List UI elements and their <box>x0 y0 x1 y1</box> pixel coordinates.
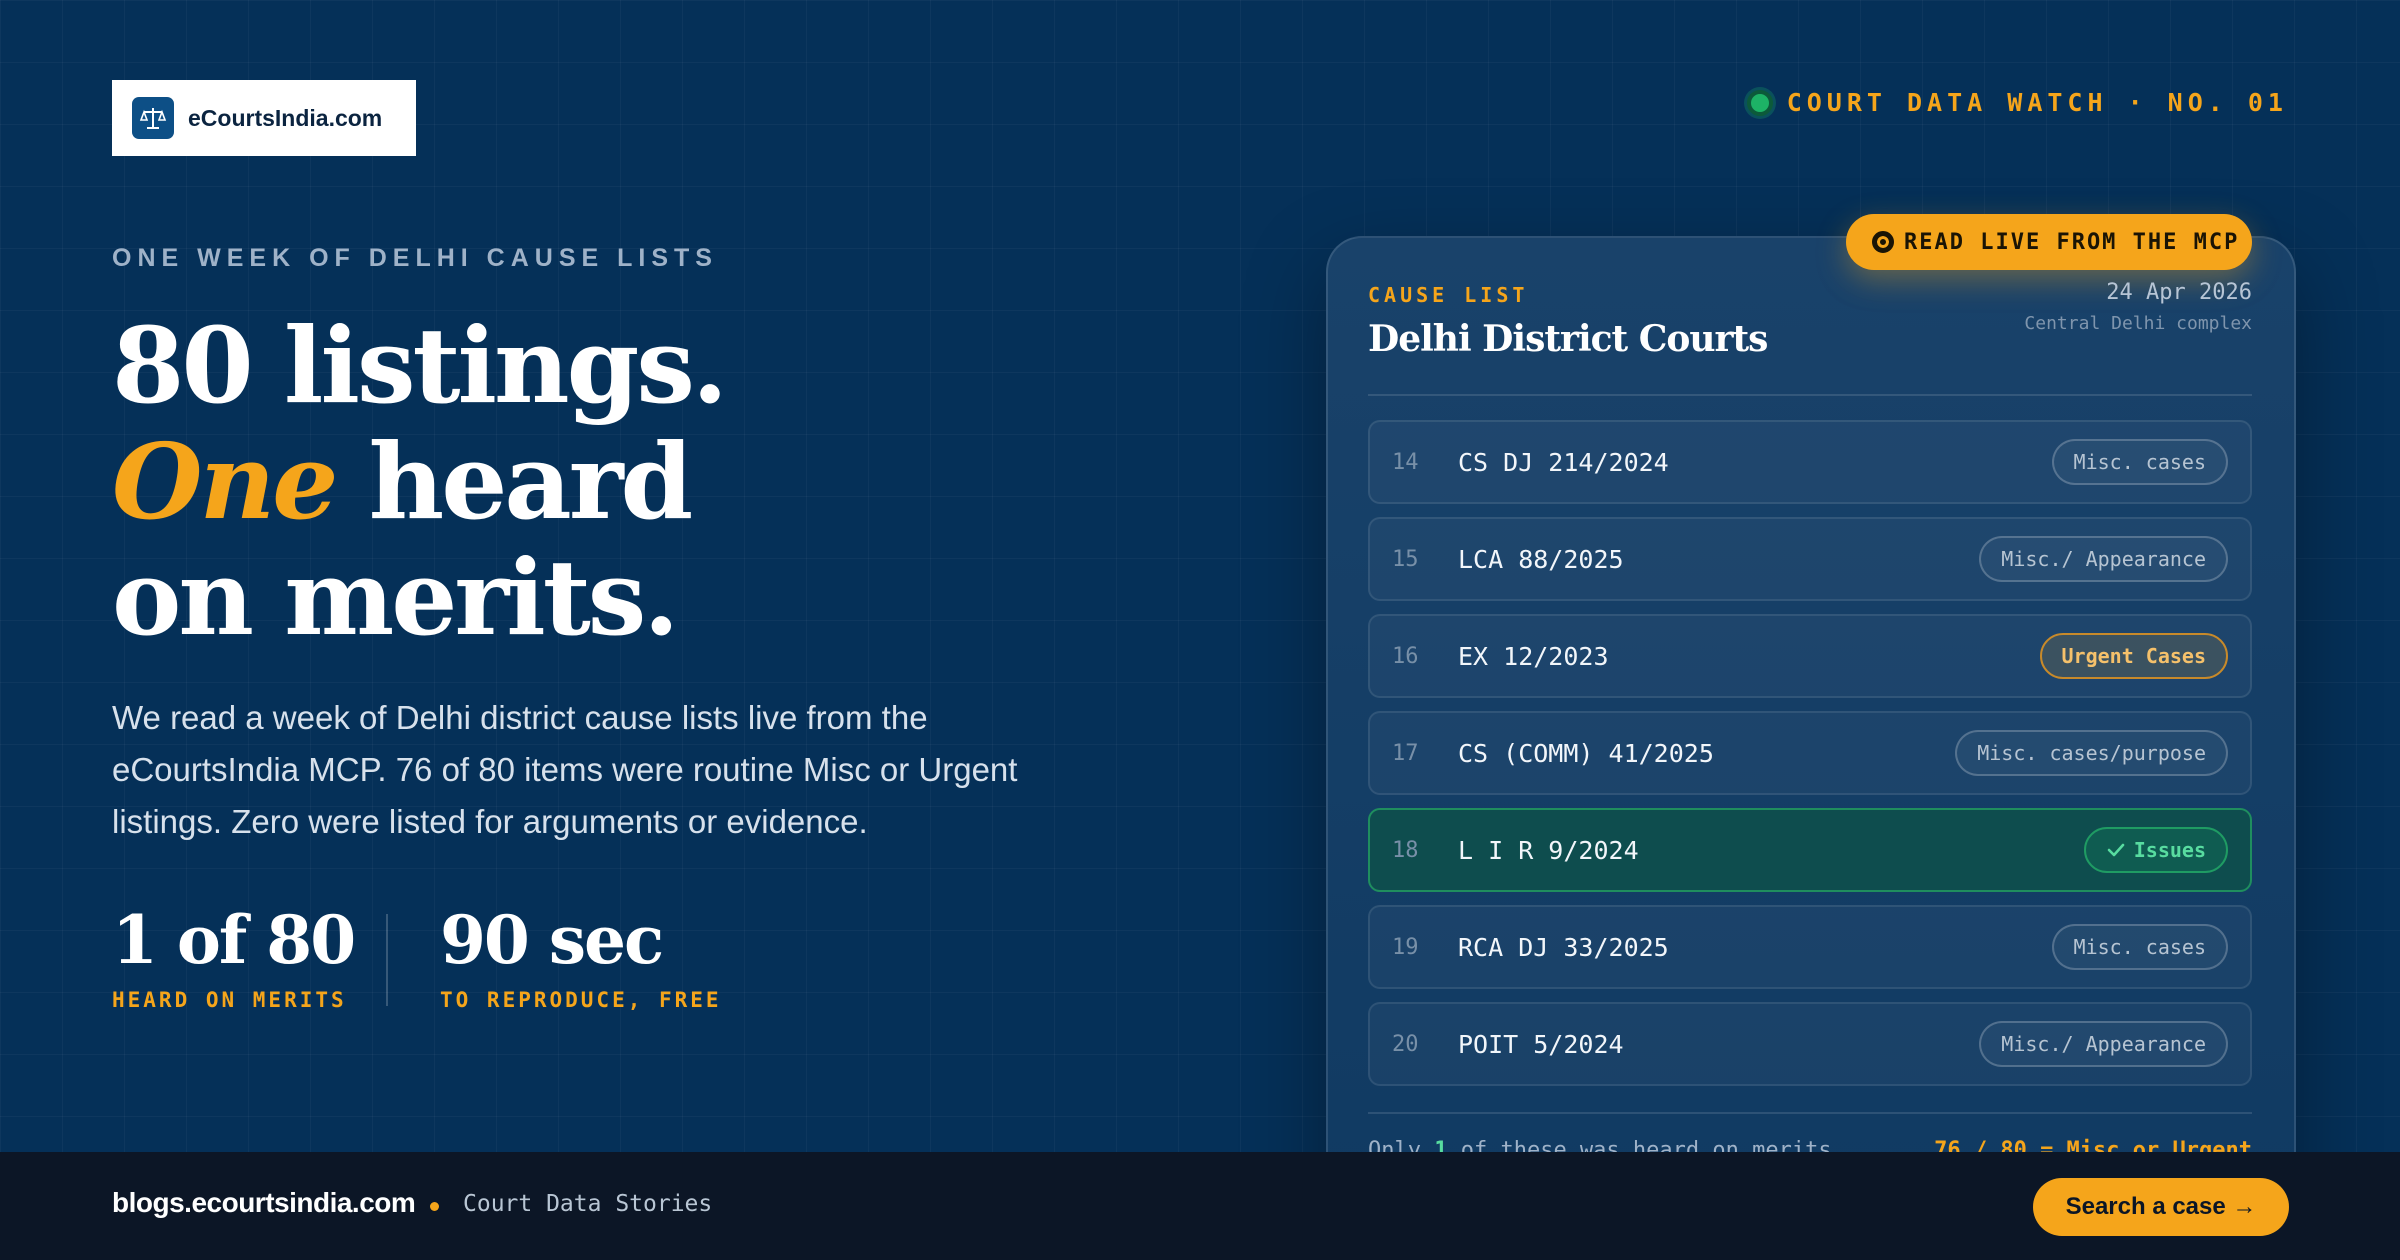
list-item[interactable]: 16 EX 12/2023 Urgent Cases <box>1368 614 2252 698</box>
series-kicker: COURT DATA WATCH · NO. 01 <box>1746 88 2288 117</box>
list-item[interactable]: 20 POIT 5/2024 Misc./ Appearance <box>1368 1002 2252 1086</box>
case-number: LCA 88/2025 <box>1458 544 1624 574</box>
cause-list-rows: 14 CS DJ 214/2024 Misc. cases 15 LCA 88/… <box>1368 420 2252 1099</box>
site-link[interactable]: blogs.ecourtsindia.com <box>112 1187 416 1219</box>
case-number: EX 12/2023 <box>1458 641 1609 671</box>
purpose-badge: Misc. cases <box>2051 924 2228 970</box>
read-live-label: READ LIVE FROM THE MCP <box>1904 229 2240 255</box>
headline-accent: One <box>112 420 338 543</box>
list-item-highlighted[interactable]: 18 L I R 9/2024 Issues <box>1368 808 2252 892</box>
separator-dot-icon <box>430 1202 439 1211</box>
case-number: L I R 9/2024 <box>1458 835 1639 865</box>
brand-name: eCourtsIndia.com <box>188 104 383 131</box>
list-item[interactable]: 15 LCA 88/2025 Misc./ Appearance <box>1368 517 2252 601</box>
scales-of-justice-icon <box>132 97 174 139</box>
stat-value: 1 of 80 <box>112 901 356 979</box>
urgent-badge: Urgent Cases <box>2039 633 2228 679</box>
stat-divider <box>386 914 388 1006</box>
purpose-badge: Misc. cases/purpose <box>1955 730 2228 776</box>
stat-label: TO REPRODUCE, FREE <box>440 988 722 1012</box>
purpose-badge: Misc./ Appearance <box>1979 536 2228 582</box>
issues-badge-label: Issues <box>2133 838 2206 862</box>
divider <box>1368 1112 2252 1114</box>
item-number: 20 <box>1392 1031 1419 1057</box>
headline-line-2: heard <box>335 420 694 543</box>
court-complex: Central Delhi complex <box>2024 313 2252 334</box>
case-number: POIT 5/2024 <box>1458 1029 1624 1059</box>
item-number: 17 <box>1392 740 1419 766</box>
list-item[interactable]: 14 CS DJ 214/2024 Misc. cases <box>1368 420 2252 504</box>
issues-badge: Issues <box>2083 827 2228 873</box>
search-case-button[interactable]: Search a case → <box>2033 1178 2289 1236</box>
eyebrow: ONE WEEK OF DELHI CAUSE LISTS <box>112 244 718 272</box>
record-dot-icon <box>1872 231 1894 253</box>
case-number: CS (COMM) 41/2025 <box>1458 738 1714 768</box>
item-number: 16 <box>1392 643 1419 669</box>
series-kicker-label: COURT DATA WATCH · NO. 01 <box>1786 88 2288 117</box>
divider <box>1368 394 2252 396</box>
purpose-badge: Misc. cases <box>2051 439 2228 485</box>
lede-paragraph: We read a week of Delhi district cause l… <box>112 699 1018 840</box>
case-number: CS DJ 214/2024 <box>1458 447 1669 477</box>
item-number: 19 <box>1392 934 1419 960</box>
case-number: RCA DJ 33/2025 <box>1458 932 1669 962</box>
stat-heard-on-merits: 1 of 80 HEARD ON MERITS <box>112 898 356 1012</box>
headline: 80 listings. One heard on merits. <box>112 308 728 659</box>
list-item[interactable]: 19 RCA DJ 33/2025 Misc. cases <box>1368 905 2252 989</box>
item-number: 15 <box>1392 546 1419 572</box>
item-number: 18 <box>1392 837 1419 863</box>
brand-logo[interactable]: eCourtsIndia.com <box>112 80 416 156</box>
headline-line-3: on merits. <box>112 536 679 659</box>
site-tagline: Court Data Stories <box>463 1191 713 1217</box>
purpose-badge: Misc./ Appearance <box>1979 1021 2228 1067</box>
headline-line-1: 80 listings. <box>112 304 728 427</box>
check-icon <box>2107 843 2125 857</box>
item-number: 14 <box>1392 449 1419 475</box>
card-kicker: CAUSE LIST <box>1368 283 1529 307</box>
list-item[interactable]: 17 CS (COMM) 41/2025 Misc. cases/purpose <box>1368 711 2252 795</box>
status-dot-icon <box>1746 89 1773 116</box>
read-live-pill: READ LIVE FROM THE MCP <box>1846 214 2252 270</box>
stat-reproduce-time: 90 sec TO REPRODUCE, FREE <box>440 898 722 1012</box>
card-date: 24 Apr 2026 <box>2106 280 2252 305</box>
stat-value: 90 sec <box>440 901 664 979</box>
card-title: Delhi District Courts <box>1368 318 1768 360</box>
stat-label: HEARD ON MERITS <box>112 988 347 1012</box>
